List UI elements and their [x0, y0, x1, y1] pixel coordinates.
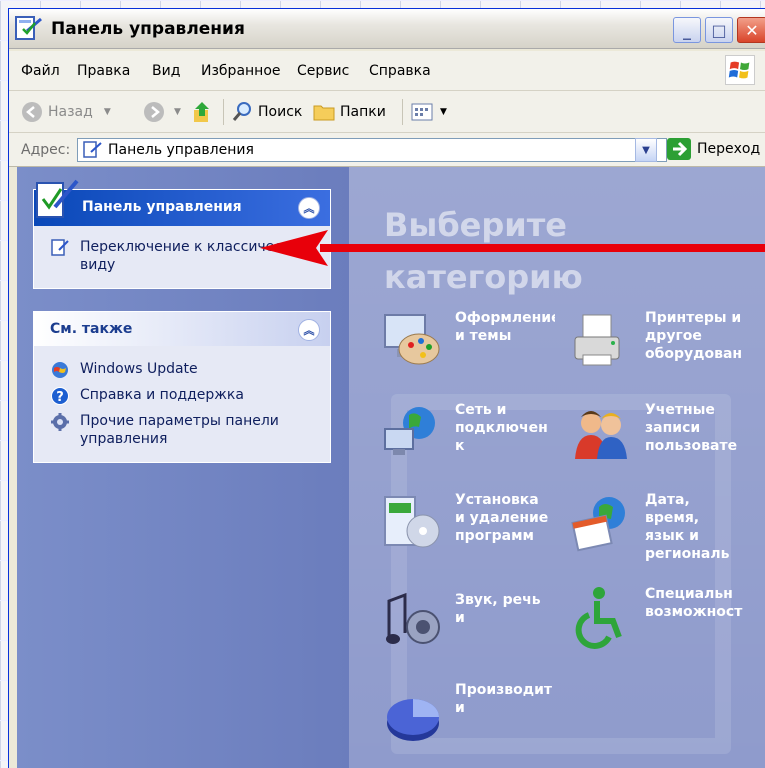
close-button[interactable]: ✕: [737, 17, 765, 43]
appearance-icon: [384, 314, 440, 365]
back-arrow-icon: [22, 102, 42, 122]
minimize-button[interactable]: _: [673, 17, 701, 43]
windows-update-label: Windows Update: [80, 361, 198, 377]
address-bar: Адрес: Панель управления ▼ Переход: [9, 133, 765, 167]
category-install-label: Установка и удаление программ: [455, 492, 549, 544]
folders-button[interactable]: Папки: [313, 100, 386, 124]
windows-update-link[interactable]: Windows Update: [50, 360, 318, 380]
toolbar-separator: [223, 99, 224, 125]
windows-logo-icon: [725, 55, 755, 85]
users-icon: [575, 411, 627, 459]
category-accessibility[interactable]: Специальн возможност: [569, 585, 745, 649]
search-button[interactable]: Поиск: [231, 100, 302, 124]
go-button[interactable]: Переход: [667, 138, 760, 160]
printer-icon: [574, 314, 620, 366]
category-install[interactable]: Установка и удаление программ: [379, 491, 555, 555]
control-panel-window: Панель управления _ □ ✕ Файл Правка Вид …: [8, 8, 765, 768]
gear-icon: [51, 413, 69, 431]
category-network-label: Сеть и подключен к: [455, 402, 548, 454]
title-bar[interactable]: Панель управления _ □ ✕: [9, 9, 765, 49]
install-icon: [384, 496, 440, 548]
maximize-icon: □: [711, 20, 727, 40]
category-printers[interactable]: Принтеры и другое оборудован: [569, 309, 745, 373]
other-settings-link[interactable]: Прочие параметры панели управления: [50, 412, 318, 448]
address-input[interactable]: Панель управления: [77, 138, 667, 162]
maximize-button[interactable]: □: [705, 17, 733, 43]
control-panel-icon: [15, 16, 42, 40]
classic-view-icon: [51, 239, 69, 256]
control-panel-small-icon: [83, 141, 102, 158]
window-title: Панель управления: [51, 19, 245, 39]
views-icon: [411, 103, 433, 121]
go-arrow-icon: [667, 138, 691, 160]
menu-tools[interactable]: Сервис: [297, 63, 349, 79]
windows-update-icon: [52, 362, 68, 378]
category-date-language[interactable]: Дата, время, язык и региональ: [569, 491, 745, 563]
close-icon: ✕: [745, 20, 759, 40]
category-date-language-label: Дата, время, язык и региональ: [645, 492, 730, 562]
views-button[interactable]: ▼: [411, 100, 447, 124]
see-also-header[interactable]: См. также ︽: [34, 312, 330, 346]
forward-dropdown-icon: ▼: [174, 107, 181, 117]
category-users[interactable]: Учетные записи пользовате: [569, 401, 745, 465]
control-panel-large-icon: [36, 179, 79, 218]
up-button[interactable]: [191, 100, 213, 124]
annotation-arrow: [260, 230, 765, 266]
search-icon: [232, 102, 251, 121]
category-appearance[interactable]: Оформление и темы: [379, 309, 555, 373]
help-support-label: Справка и поддержка: [80, 387, 244, 403]
help-icon: ?: [51, 387, 69, 405]
category-performance-label: Производит и: [455, 682, 553, 716]
forward-arrow-icon: [144, 102, 164, 122]
category-performance[interactable]: Производит и: [379, 681, 555, 745]
accessibility-icon: [575, 587, 622, 649]
toolbar-separator: [402, 99, 403, 125]
performance-icon: [387, 699, 439, 741]
address-label: Адрес:: [21, 142, 71, 158]
back-dropdown-icon: ▼: [103, 107, 111, 117]
chevron-down-icon: ▼: [642, 144, 650, 156]
menu-favorites[interactable]: Избранное: [201, 63, 281, 79]
menu-bar: Файл Правка Вид Избранное Сервис Справка: [9, 51, 765, 91]
folders-label: Папки: [340, 104, 386, 120]
category-sound-label: Звук, речь и: [455, 592, 541, 626]
toolbar: Назад ▼ ▼ Поиск Папки ▼: [9, 91, 765, 133]
menu-file[interactable]: Файл: [21, 63, 60, 79]
forward-button[interactable]: ▼: [143, 100, 181, 124]
category-network[interactable]: Сеть и подключен к: [379, 401, 555, 465]
back-label: Назад: [48, 104, 93, 120]
back-button[interactable]: Назад ▼: [21, 100, 111, 124]
category-appearance-label: Оформление и темы: [455, 310, 555, 344]
menu-view[interactable]: Вид: [152, 63, 180, 79]
help-support-link[interactable]: ? Справка и поддержка: [50, 386, 318, 406]
folders-icon: [313, 105, 335, 121]
minimize-icon: _: [683, 20, 691, 40]
address-dropdown-button[interactable]: ▼: [635, 138, 657, 162]
svg-text:?: ?: [56, 390, 64, 405]
other-settings-label: Прочие параметры панели управления: [80, 413, 279, 447]
category-sound[interactable]: Звук, речь и: [379, 591, 555, 655]
see-also-title: См. также: [50, 321, 133, 337]
category-printers-label: Принтеры и другое оборудован: [645, 310, 743, 362]
menu-help[interactable]: Справка: [369, 63, 431, 79]
collapse-up-icon[interactable]: ︽: [298, 197, 320, 219]
date-globe-icon: [571, 497, 625, 552]
collapse-up-icon[interactable]: ︽: [298, 319, 320, 341]
sound-icon: [386, 592, 440, 644]
search-label: Поиск: [258, 104, 303, 120]
category-users-label: Учетные записи пользовате: [645, 402, 738, 454]
menu-edit[interactable]: Правка: [77, 63, 130, 79]
address-value: Панель управления: [108, 142, 254, 158]
go-label: Переход: [697, 141, 761, 157]
control-panel-box-title: Панель управления: [82, 199, 242, 215]
category-accessibility-label: Специальн возможност: [645, 586, 743, 620]
views-dropdown-icon: ▼: [440, 107, 447, 117]
folder-up-icon: [194, 102, 209, 122]
network-icon: [384, 407, 435, 455]
see-also-box: См. также ︽ Windows Update ? Справка и п…: [33, 311, 331, 463]
